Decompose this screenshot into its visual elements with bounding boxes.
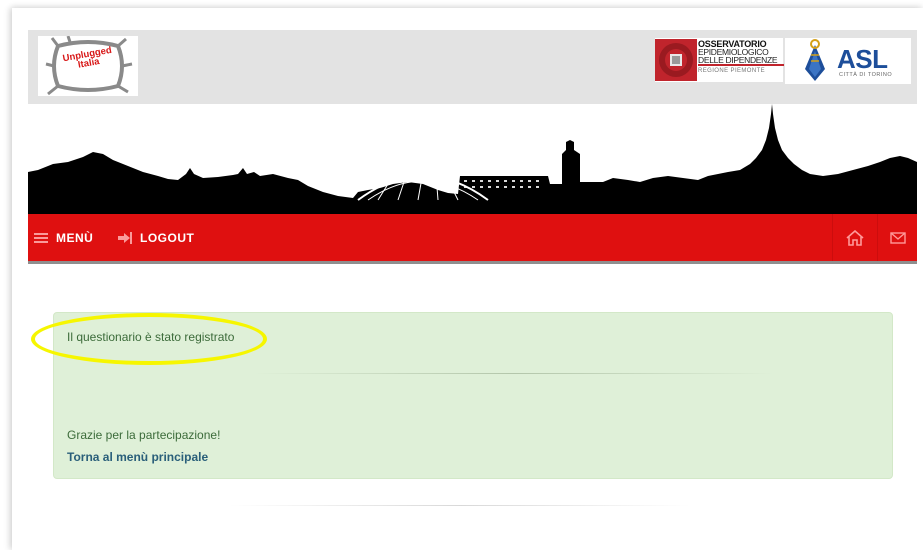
envelope-icon (890, 231, 906, 244)
back-to-menu-link[interactable]: Torna al menù principale (67, 450, 208, 464)
observatory-logo: OSSERVATORIO EPIDEMIOLOGICO DELLE DIPEND… (655, 38, 784, 82)
logout-label: LOGOUT (140, 230, 195, 245)
asl-logo-subtitle: CITTÀ DI TORINO (839, 72, 893, 78)
turin-skyline-banner (28, 104, 917, 214)
footer-divider (230, 505, 690, 506)
home-icon (846, 229, 864, 246)
mail-button[interactable] (877, 214, 918, 261)
home-button[interactable] (832, 214, 877, 261)
main-navbar: MENÙ LOGOUT (28, 214, 917, 264)
menu-label: MENÙ (56, 230, 94, 245)
asl-bull-icon (805, 39, 825, 81)
list-icon (34, 232, 48, 244)
observatory-circle-icon (655, 39, 697, 81)
sign-out-icon (118, 231, 132, 244)
unplugged-logo: Unplugged Italia (38, 35, 138, 96)
asl-logo-title: ASL (837, 44, 888, 74)
menu-button[interactable]: MENÙ (34, 214, 93, 261)
thanks-message: Grazie per la partecipazione! (67, 428, 221, 442)
yellow-highlight-ellipse (31, 313, 267, 365)
observatory-line3: DELLE DIPENDENZE (698, 56, 784, 66)
asl-logo: ASL CITTÀ DI TORINO (785, 38, 911, 84)
observatory-logo-text: OSSERVATORIO EPIDEMIOLOGICO DELLE DIPEND… (698, 40, 784, 75)
alert-divider (254, 373, 774, 374)
logout-button[interactable]: LOGOUT (118, 214, 194, 261)
observatory-line4: REGIONE PIEMONTE (698, 68, 766, 74)
